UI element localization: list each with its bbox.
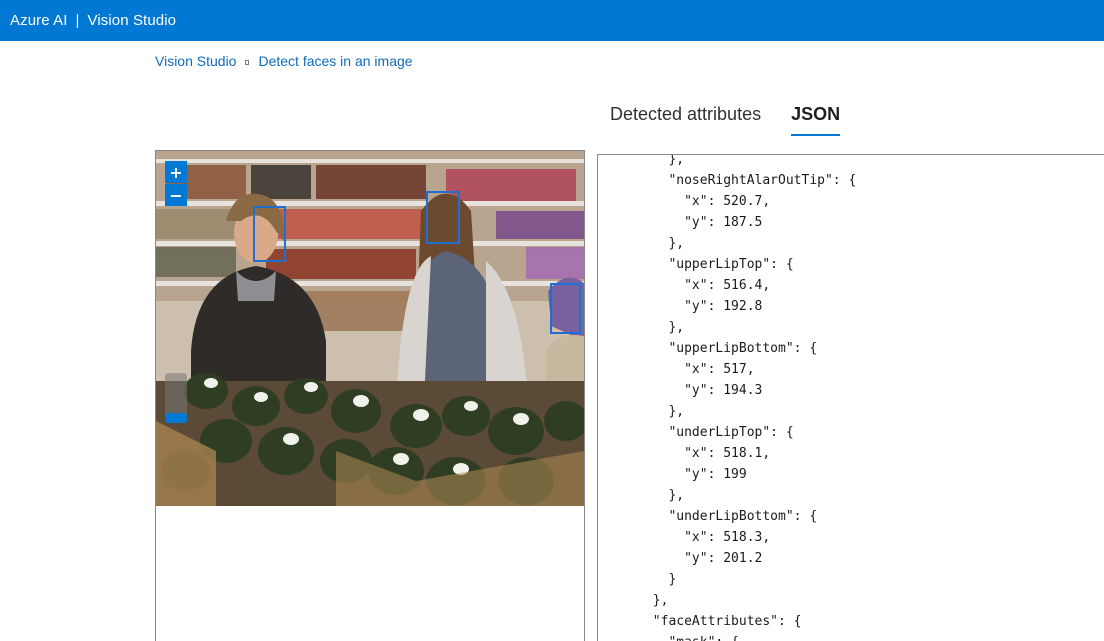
json-line: "upperLipBottom": { — [598, 341, 818, 356]
json-line: "y": 201.2 — [598, 551, 763, 566]
json-line: "y": 199 — [598, 467, 747, 482]
json-line: "x": 518.1, — [598, 446, 771, 461]
json-line: }, — [598, 404, 685, 419]
json-line: }, — [598, 593, 669, 608]
json-line: "x": 520.7, — [598, 194, 771, 209]
json-line: "x": 516.4, — [598, 278, 771, 293]
json-line: }, — [598, 154, 685, 167]
header-separator: | — [75, 12, 80, 29]
json-line: "faceAttributes": { — [598, 614, 802, 629]
face-bounding-box-2[interactable] — [426, 191, 460, 244]
json-output-panel[interactable]: }, "noseRightAlarOutTip": { "x": 520.7, … — [597, 154, 1104, 641]
grocery-scene-image — [156, 151, 584, 506]
json-line: }, — [598, 320, 685, 335]
product-label[interactable]: Vision Studio — [88, 12, 177, 29]
json-line: } — [598, 572, 677, 587]
json-line: "y": 192.8 — [598, 299, 763, 314]
json-line: "y": 187.5 — [598, 215, 763, 230]
zoom-slider-handle[interactable] — [165, 413, 187, 423]
json-line: "underLipTop": { — [598, 425, 794, 440]
top-app-bar: Azure AI | Vision Studio — [0, 0, 1104, 41]
json-line: }, — [598, 488, 685, 503]
result-tabs: Detected attributes JSON — [610, 100, 870, 140]
zoom-out-button[interactable]: − — [165, 184, 187, 206]
json-code-block: }, "noseRightAlarOutTip": { "x": 520.7, … — [598, 154, 857, 641]
sample-photo: + − — [156, 151, 584, 506]
breadcrumb-item-vision-studio[interactable]: Vision Studio — [155, 53, 236, 69]
image-viewer: + − — [155, 150, 585, 641]
breadcrumb-separator-icon — [245, 59, 250, 65]
tab-json[interactable]: JSON — [791, 100, 841, 136]
json-line: }, — [598, 236, 685, 251]
json-line: "x": 517, — [598, 362, 755, 377]
json-line: "mask": { — [598, 632, 856, 641]
face-bounding-box-3[interactable] — [550, 283, 581, 334]
json-line: "underLipBottom": { — [598, 509, 818, 524]
face-bounding-box-1[interactable] — [253, 206, 286, 262]
breadcrumb: Vision Studio Detect faces in an image — [155, 52, 413, 70]
json-line: "upperLipTop": { — [598, 257, 794, 272]
json-line: "x": 518.3, — [598, 530, 771, 545]
breadcrumb-item-detect-faces[interactable]: Detect faces in an image — [258, 53, 412, 69]
json-line: "noseRightAlarOutTip": { — [598, 173, 857, 188]
zoom-in-button[interactable]: + — [165, 161, 187, 183]
json-line: "y": 194.3 — [598, 383, 763, 398]
tab-detected-attributes[interactable]: Detected attributes — [610, 100, 761, 136]
brand-label[interactable]: Azure AI — [10, 12, 68, 29]
